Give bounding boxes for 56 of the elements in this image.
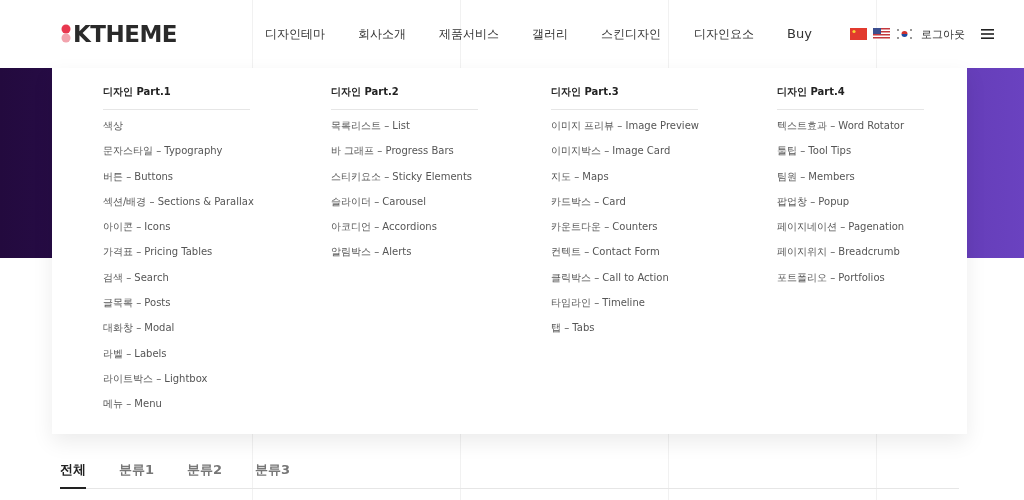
nav-link[interactable]: 회사소개 bbox=[358, 25, 406, 43]
logout-link[interactable]: 로그아웃 bbox=[920, 26, 965, 42]
nav-link[interactable]: 제품서비스 bbox=[439, 25, 499, 43]
nav-link[interactable]: 스킨디자인 bbox=[601, 25, 661, 43]
menu-link[interactable]: 색상 bbox=[103, 119, 331, 145]
menu-link[interactable]: 페이지네이션 – Pagenation bbox=[777, 220, 967, 246]
filter-tab[interactable]: 분류3 bbox=[255, 453, 291, 489]
filter-tab[interactable]: 분류1 bbox=[119, 453, 155, 489]
menu-column-title: 디자인 Part.2 bbox=[331, 85, 400, 99]
menu-link[interactable]: 바 그래프 – Progress Bars bbox=[331, 144, 551, 170]
menu-link[interactable]: 라벨 – Labels bbox=[103, 346, 331, 372]
korea-flag-icon[interactable] bbox=[895, 28, 913, 40]
menu-link[interactable]: 슬라이더 – Carousel bbox=[331, 194, 551, 221]
menu-link[interactable]: 지도 – Maps bbox=[551, 169, 777, 195]
nav-link[interactable]: 디자인요소 bbox=[694, 25, 754, 43]
menu-link[interactable]: 이미지 프리뷰 – Image Preview bbox=[551, 119, 777, 145]
menu-link[interactable]: 버튼 – Buttons bbox=[103, 169, 331, 195]
menu-link[interactable]: 섹션/배경 – Sections & Parallax bbox=[103, 194, 331, 221]
menu-link[interactable]: 클릭박스 – Call to Action bbox=[551, 270, 777, 297]
menu-link[interactable]: 카드박스 – Card bbox=[551, 194, 777, 221]
menu-link[interactable]: 컨텍트 – Contact Form bbox=[551, 245, 777, 271]
menu-link[interactable]: 페이지위치 – Breadcrumb bbox=[777, 245, 967, 271]
menu-column-title: 디자인 Part.1 bbox=[103, 85, 172, 99]
nav-link[interactable]: Buy bbox=[787, 25, 812, 43]
menu-link[interactable]: 툴팁 – Tool Tips bbox=[777, 144, 967, 170]
menu-column-title: 디자인 Part.3 bbox=[551, 85, 620, 99]
menu-link[interactable]: 라이트박스 – Lightbox bbox=[103, 371, 331, 398]
menu-link[interactable]: 가격표 – Pricing Tables bbox=[103, 245, 331, 271]
menu-column-title: 디자인 Part.4 bbox=[777, 85, 846, 99]
menu-link[interactable]: 스티키요소 – Sticky Elements bbox=[331, 169, 551, 195]
menu-link[interactable]: 포트폴리오 – Portfolios bbox=[777, 270, 967, 297]
menu-link[interactable]: 목록리스트 – List bbox=[331, 119, 551, 145]
menu-link[interactable]: 검색 – Search bbox=[103, 270, 331, 297]
menu-link[interactable]: 아이콘 – Icons bbox=[103, 220, 331, 246]
menu-link[interactable]: 카운트다운 – Counters bbox=[551, 220, 777, 246]
menu-link[interactable]: 글목록 – Posts bbox=[103, 296, 331, 322]
menu-link[interactable]: 탭 – Tabs bbox=[551, 321, 777, 347]
menu-link[interactable]: 알림박스 – Alerts bbox=[331, 245, 551, 271]
menu-link[interactable]: 문자스타일 – Typography bbox=[103, 144, 331, 170]
menu-link[interactable]: 팀원 – Members bbox=[777, 169, 967, 195]
menu-link[interactable]: 텍스트효과 – Word Rotator bbox=[777, 119, 967, 145]
filter-tab[interactable]: 전체 bbox=[60, 453, 86, 489]
logo-text[interactable]: KTHEME bbox=[73, 21, 178, 47]
menu-link[interactable]: 팝업창 – Popup bbox=[777, 194, 967, 221]
menu-link[interactable]: 대화창 – Modal bbox=[103, 321, 331, 347]
logo-icon bbox=[61, 24, 71, 44]
nav-link[interactable]: 디자인테마 bbox=[265, 25, 325, 43]
china-flag-icon[interactable] bbox=[849, 28, 867, 40]
menu-link[interactable]: 아코디언 – Accordions bbox=[331, 220, 551, 246]
menu-link[interactable]: 이미지박스 – Image Card bbox=[551, 144, 777, 170]
menu-link[interactable]: 타임라인 – Timeline bbox=[551, 296, 777, 322]
menu-link[interactable]: 메뉴 – Menu bbox=[103, 397, 331, 423]
filter-tab[interactable]: 분류2 bbox=[187, 453, 223, 489]
usa-flag-icon[interactable] bbox=[872, 28, 890, 40]
nav-link[interactable]: 갤러리 bbox=[532, 25, 568, 43]
menu-icon[interactable] bbox=[980, 29, 994, 39]
